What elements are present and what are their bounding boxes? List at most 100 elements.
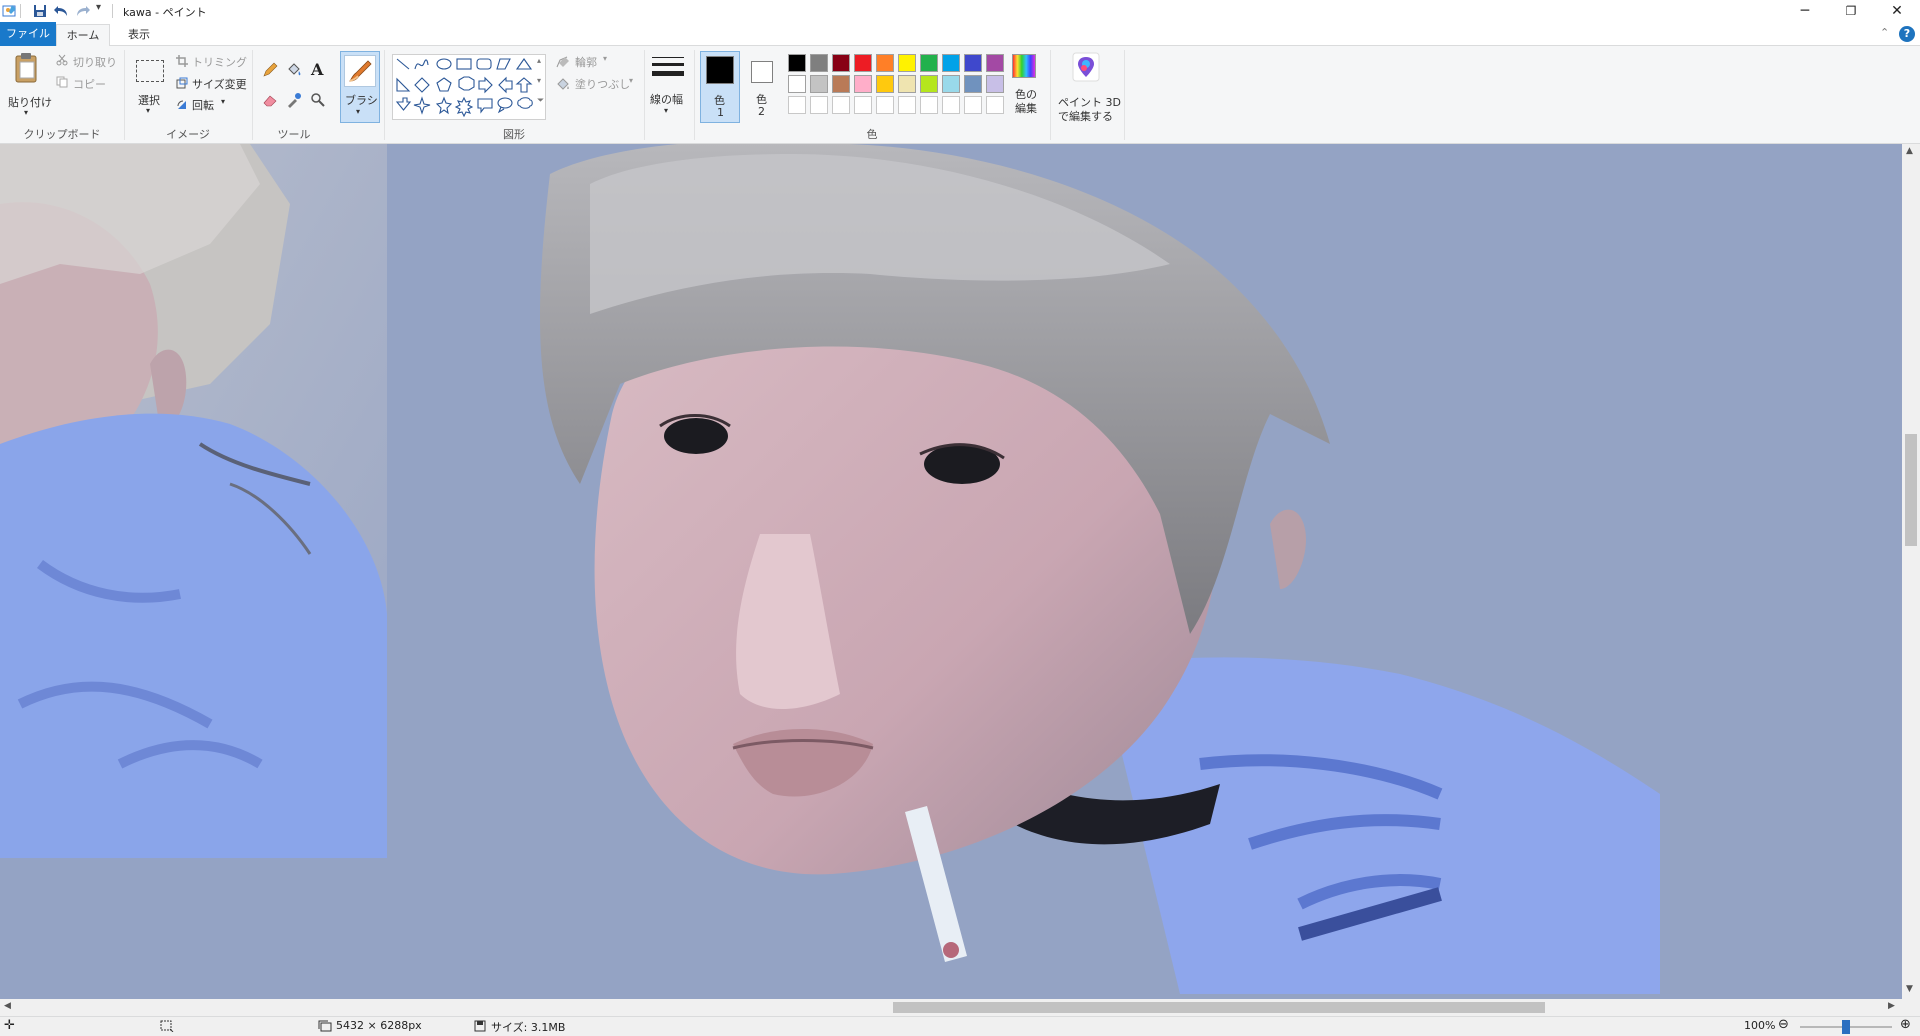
brushes-button[interactable]: ブラシ ▾ — [340, 51, 380, 123]
shapes-more-icon[interactable]: ⏷ — [537, 96, 544, 106]
color-spectrum-icon — [1012, 54, 1036, 78]
copy-button[interactable]: コピー — [73, 76, 106, 92]
crop-button[interactable]: トリミング — [192, 54, 247, 70]
shapes-scroll-down-icon[interactable]: ▾ — [537, 76, 541, 85]
color-picker-icon[interactable] — [286, 92, 302, 108]
palette-swatch[interactable] — [832, 75, 850, 93]
palette-swatch[interactable] — [898, 54, 916, 72]
tab-view[interactable]: 表示 — [118, 24, 160, 46]
undo-icon[interactable] — [53, 3, 69, 19]
fill-bucket-icon[interactable] — [286, 62, 302, 78]
custom-color-slot[interactable] — [810, 96, 828, 114]
zoom-level: 100% — [1744, 1019, 1776, 1032]
clipboard-icon — [15, 53, 37, 83]
scroll-right-icon[interactable]: ▶ — [1888, 1001, 1895, 1011]
shapes-scroll-up-icon[interactable]: ▴ — [537, 56, 541, 65]
maximize-button[interactable]: ❐ — [1828, 0, 1874, 22]
palette-swatch[interactable] — [964, 54, 982, 72]
tab-home[interactable]: ホーム — [56, 24, 110, 47]
edit-with-paint3d-button[interactable]: ペイント 3D で編集する — [1054, 50, 1121, 126]
save-icon[interactable] — [32, 3, 48, 19]
zoom-in-icon[interactable]: ⊕ — [1900, 1017, 1911, 1032]
colors-group-label: 色 — [866, 128, 878, 141]
line-width-icon-2 — [652, 63, 684, 66]
resize-button[interactable]: サイズ変更 — [192, 76, 247, 92]
palette-swatch[interactable] — [854, 54, 872, 72]
window-title: kawa - ペイント — [123, 6, 207, 19]
palette-swatch[interactable] — [810, 75, 828, 93]
title-bar: ▾ kawa - ペイント ─ ❐ ✕ — [0, 0, 1920, 22]
reference-photo — [0, 144, 387, 858]
pencil-icon[interactable] — [262, 62, 278, 78]
outline-icon — [556, 56, 569, 68]
scroll-left-icon[interactable]: ◀ — [4, 1001, 11, 1011]
redo-icon[interactable] — [75, 3, 91, 19]
palette-swatch[interactable] — [876, 54, 894, 72]
palette-swatch[interactable] — [920, 75, 938, 93]
palette-swatch[interactable] — [832, 54, 850, 72]
custom-color-slot[interactable] — [876, 96, 894, 114]
tab-file[interactable]: ファイル — [0, 22, 56, 46]
custom-color-slot[interactable] — [854, 96, 872, 114]
rotate-button[interactable]: 回転 — [192, 97, 214, 113]
custom-color-slot[interactable] — [986, 96, 1004, 114]
edit-colors-button[interactable]: 色の 編集 — [1004, 50, 1044, 122]
custom-color-slot[interactable] — [964, 96, 982, 114]
palette-swatch[interactable] — [920, 54, 938, 72]
zoom-slider-thumb[interactable] — [1842, 1020, 1850, 1034]
fill-dropdown-icon[interactable]: ▾ — [629, 76, 633, 85]
cut-button[interactable]: 切り取り — [73, 54, 117, 70]
paint-app-icon[interactable] — [2, 3, 18, 19]
fill-button[interactable]: 塗りつぶし — [575, 76, 630, 92]
help-icon[interactable]: ? — [1899, 26, 1915, 42]
outline-dropdown-icon[interactable]: ▾ — [603, 54, 607, 63]
collapse-ribbon-icon[interactable]: ⌃ — [1880, 26, 1889, 39]
horizontal-scrollbar[interactable]: ◀ ▶ — [0, 999, 1902, 1016]
edit-colors-line2: 編集 — [1015, 102, 1037, 115]
palette-swatch[interactable] — [788, 54, 806, 72]
minimize-button[interactable]: ─ — [1782, 0, 1828, 22]
horizontal-scroll-thumb[interactable] — [893, 1002, 1545, 1013]
custom-color-slot[interactable] — [898, 96, 916, 114]
shapes-gallery[interactable] — [392, 54, 546, 120]
palette-swatch[interactable] — [942, 75, 960, 93]
image-size-icon — [318, 1020, 332, 1032]
custom-color-slot[interactable] — [942, 96, 960, 114]
select-button[interactable]: 選択 ▾ — [130, 50, 170, 120]
custom-color-slot[interactable] — [788, 96, 806, 114]
custom-color-slot[interactable] — [920, 96, 938, 114]
brush-dropdown-icon: ▾ — [356, 107, 361, 116]
canvas-viewport[interactable] — [0, 144, 1902, 999]
color1-button[interactable]: 色 1 — [700, 51, 740, 123]
color2-button[interactable]: 色 2 — [744, 51, 782, 123]
customize-qa-chevron-icon[interactable]: ▾ — [96, 2, 101, 13]
palette-swatch[interactable] — [964, 75, 982, 93]
palette-swatch[interactable] — [810, 54, 828, 72]
text-tool-icon[interactable]: A — [311, 60, 323, 79]
tools-group-label: ツール — [277, 128, 311, 141]
image-group-label: イメージ — [166, 128, 210, 141]
outline-button[interactable]: 輪郭 — [575, 54, 597, 70]
ribbon-separator — [1124, 50, 1125, 140]
palette-swatch[interactable] — [898, 75, 916, 93]
palette-swatch[interactable] — [876, 75, 894, 93]
rotate-dropdown-icon[interactable]: ▾ — [221, 97, 225, 106]
zoom-out-icon[interactable]: ⊖ — [1778, 1017, 1789, 1032]
ribbon-tabs: ファイル ホーム 表示 ⌃ ? — [0, 22, 1920, 47]
palette-swatch[interactable] — [854, 75, 872, 93]
size-button[interactable]: 線の幅 ▾ — [648, 51, 688, 123]
eraser-icon[interactable] — [262, 92, 278, 108]
palette-swatch[interactable] — [986, 75, 1004, 93]
palette-swatch[interactable] — [788, 75, 806, 93]
close-button[interactable]: ✕ — [1874, 0, 1920, 22]
palette-swatch[interactable] — [942, 54, 960, 72]
scroll-down-icon[interactable]: ▼ — [1906, 984, 1913, 994]
scroll-up-icon[interactable]: ▲ — [1906, 146, 1913, 156]
custom-color-slot[interactable] — [832, 96, 850, 114]
painting-canvas[interactable] — [0, 144, 1902, 999]
magnifier-icon[interactable] — [310, 92, 326, 108]
palette-swatch[interactable] — [986, 54, 1004, 72]
paste-button[interactable]: 貼り付け ▾ — [2, 50, 52, 120]
vertical-scrollbar[interactable]: ▲ ▼ — [1902, 144, 1920, 999]
vertical-scroll-thumb[interactable] — [1905, 434, 1917, 546]
